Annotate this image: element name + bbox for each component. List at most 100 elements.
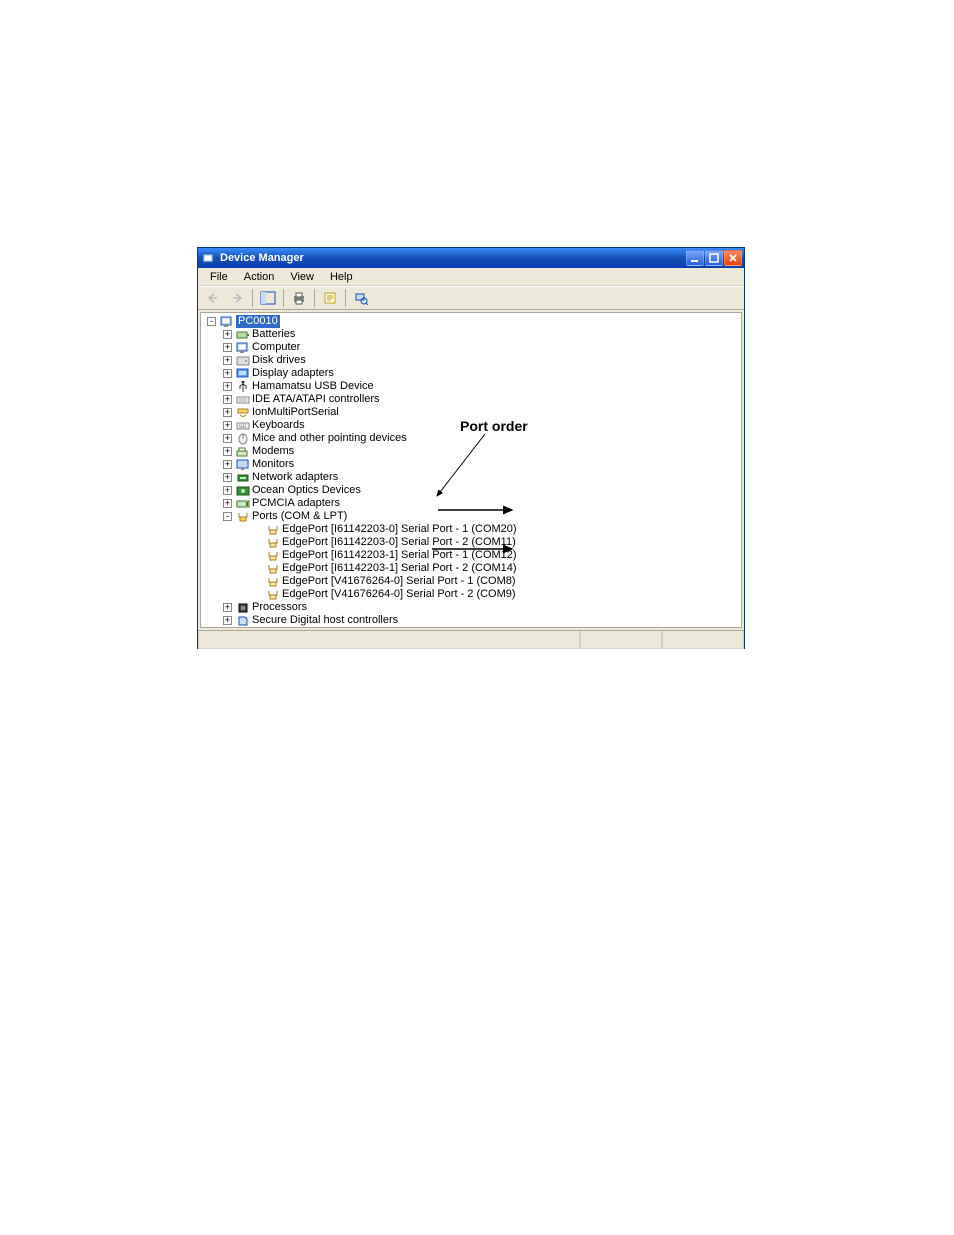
expand-icon[interactable]: + bbox=[223, 395, 232, 404]
tree-category[interactable]: + Computer bbox=[205, 341, 741, 354]
pcmcia-icon bbox=[236, 498, 250, 510]
tree-item-label[interactable]: EdgePort [I61142203-0] Serial Port - 2 (… bbox=[282, 536, 516, 549]
tree-root-label[interactable]: PC0010 bbox=[236, 315, 280, 328]
keyboard-icon bbox=[236, 420, 250, 432]
expand-icon[interactable]: + bbox=[223, 460, 232, 469]
expand-icon[interactable]: + bbox=[223, 330, 232, 339]
expand-icon[interactable]: + bbox=[223, 499, 232, 508]
port-icon bbox=[266, 550, 280, 562]
tree-item-label[interactable]: EdgePort [I61142203-1] Serial Port - 1 (… bbox=[282, 549, 517, 562]
tree-category[interactable]: + Display adapters bbox=[205, 367, 741, 380]
tree-category-label[interactable]: Display adapters bbox=[252, 367, 334, 380]
tree-item[interactable]: EdgePort [V41676264-0] Serial Port - 2 (… bbox=[221, 588, 741, 601]
expand-icon[interactable]: + bbox=[223, 603, 232, 612]
titlebar[interactable]: Device Manager bbox=[198, 248, 744, 268]
expand-icon[interactable]: + bbox=[223, 356, 232, 365]
expand-icon[interactable]: + bbox=[223, 369, 232, 378]
network-icon bbox=[236, 472, 250, 484]
close-button[interactable] bbox=[724, 250, 742, 266]
maximize-button[interactable] bbox=[705, 250, 723, 266]
back-button[interactable] bbox=[202, 288, 224, 308]
tree-category-label[interactable]: IonMultiPortSerial bbox=[252, 406, 339, 419]
tree-category-label[interactable]: Modems bbox=[252, 445, 294, 458]
tree-category[interactable]: -Ports (COM & LPT)EdgePort [I61142203-0]… bbox=[205, 510, 741, 601]
tree-category[interactable]: + Modems bbox=[205, 445, 741, 458]
tree-category[interactable]: + Network adapters bbox=[205, 471, 741, 484]
tree-category[interactable]: + Batteries bbox=[205, 328, 741, 341]
device-tree[interactable]: - PC0010 + Batteries + Computer + Disk drives + D… bbox=[200, 312, 742, 628]
tree-category[interactable]: + Processors bbox=[205, 601, 741, 614]
tree-item[interactable]: EdgePort [I61142203-1] Serial Port - 2 (… bbox=[221, 562, 741, 575]
tree-category-label[interactable]: Secure Digital host controllers bbox=[252, 614, 398, 627]
tree-item-label[interactable]: EdgePort [V41676264-0] Serial Port - 2 (… bbox=[282, 588, 516, 601]
tree-category-label[interactable]: Mice and other pointing devices bbox=[252, 432, 407, 445]
tree-category-label[interactable]: Keyboards bbox=[252, 419, 305, 432]
tree-category[interactable]: + Keyboards bbox=[205, 419, 741, 432]
tree-category[interactable]: + IonMultiPortSerial bbox=[205, 406, 741, 419]
tree-item-label[interactable]: EdgePort [I61142203-0] Serial Port - 1 (… bbox=[282, 523, 517, 536]
expand-icon[interactable]: + bbox=[223, 408, 232, 417]
tree-category-label[interactable]: Batteries bbox=[252, 328, 295, 341]
tree-item[interactable]: EdgePort [I61142203-1] Serial Port - 1 (… bbox=[221, 549, 741, 562]
collapse-icon[interactable]: - bbox=[207, 317, 216, 326]
expand-icon[interactable]: + bbox=[223, 486, 232, 495]
tree-category-label[interactable]: Ocean Optics Devices bbox=[252, 484, 361, 497]
tree-category[interactable]: + Disk drives bbox=[205, 354, 741, 367]
menu-view[interactable]: View bbox=[282, 270, 322, 284]
forward-button[interactable] bbox=[226, 288, 248, 308]
expand-icon[interactable]: + bbox=[223, 421, 232, 430]
tree-category-label[interactable]: IDE ATA/ATAPI controllers bbox=[252, 393, 380, 406]
tree-item-label[interactable]: EdgePort [I61142203-1] Serial Port - 2 (… bbox=[282, 562, 517, 575]
collapse-icon[interactable]: - bbox=[223, 512, 232, 521]
minimize-button[interactable] bbox=[686, 250, 704, 266]
print-button[interactable] bbox=[288, 288, 310, 308]
tree-category[interactable]: + Secure Digital host controllers bbox=[205, 614, 741, 627]
tree-category[interactable]: + Monitors bbox=[205, 458, 741, 471]
toolbar-separator bbox=[252, 289, 253, 307]
port-icon bbox=[266, 524, 280, 536]
tree-category-label[interactable]: Sound, video and game controllers bbox=[252, 627, 422, 628]
tree-root-node[interactable]: - PC0010 + Batteries + Computer + Disk drives + D… bbox=[201, 315, 741, 628]
tree-category[interactable]: + Ocean Optics Devices bbox=[205, 484, 741, 497]
tree-category[interactable]: + IDE ATA/ATAPI controllers bbox=[205, 393, 741, 406]
display-icon bbox=[236, 368, 250, 380]
port-icon bbox=[266, 589, 280, 601]
tree-category[interactable]: + Mice and other pointing devices bbox=[205, 432, 741, 445]
tree-category-label[interactable]: Network adapters bbox=[252, 471, 338, 484]
tree-category-label[interactable]: Disk drives bbox=[252, 354, 306, 367]
expand-icon[interactable]: + bbox=[223, 382, 232, 391]
menu-help[interactable]: Help bbox=[322, 270, 361, 284]
menu-action[interactable]: Action bbox=[236, 270, 283, 284]
tree-category-label[interactable]: Ports (COM & LPT) bbox=[252, 510, 347, 523]
disk-icon bbox=[236, 355, 250, 367]
tree-category[interactable]: +Sound, video and game controllers bbox=[205, 627, 741, 628]
spacer bbox=[253, 564, 262, 573]
tree-category-label[interactable]: Computer bbox=[252, 341, 300, 354]
optics-icon bbox=[236, 485, 250, 497]
expand-icon[interactable]: + bbox=[223, 473, 232, 482]
expand-icon[interactable]: + bbox=[223, 616, 232, 625]
tree-item[interactable]: EdgePort [I61142203-0] Serial Port - 1 (… bbox=[221, 523, 741, 536]
spacer bbox=[253, 538, 262, 547]
tree-item-label[interactable]: EdgePort [V41676264-0] Serial Port - 1 (… bbox=[282, 575, 516, 588]
scan-hardware-button[interactable] bbox=[350, 288, 372, 308]
expand-icon[interactable]: + bbox=[223, 447, 232, 456]
show-hide-tree-button[interactable] bbox=[257, 288, 279, 308]
tree-category[interactable]: + Hamamatsu USB Device bbox=[205, 380, 741, 393]
port-icon bbox=[266, 563, 280, 575]
tree-item[interactable]: EdgePort [V41676264-0] Serial Port - 1 (… bbox=[221, 575, 741, 588]
properties-button[interactable] bbox=[319, 288, 341, 308]
port-icon bbox=[266, 537, 280, 549]
expand-icon[interactable]: + bbox=[223, 434, 232, 443]
toolbar-separator bbox=[283, 289, 284, 307]
expand-icon[interactable]: + bbox=[223, 343, 232, 352]
tree-item[interactable]: EdgePort [I61142203-0] Serial Port - 2 (… bbox=[221, 536, 741, 549]
tree-category-label[interactable]: PCMCIA adapters bbox=[252, 497, 340, 510]
tree-category-label[interactable]: Hamamatsu USB Device bbox=[252, 380, 374, 393]
computer-icon bbox=[236, 342, 250, 354]
tree-category-label[interactable]: Monitors bbox=[252, 458, 294, 471]
battery-icon bbox=[236, 329, 250, 341]
tree-category-label[interactable]: Processors bbox=[252, 601, 307, 614]
menu-file[interactable]: File bbox=[202, 270, 236, 284]
tree-category[interactable]: + PCMCIA adapters bbox=[205, 497, 741, 510]
